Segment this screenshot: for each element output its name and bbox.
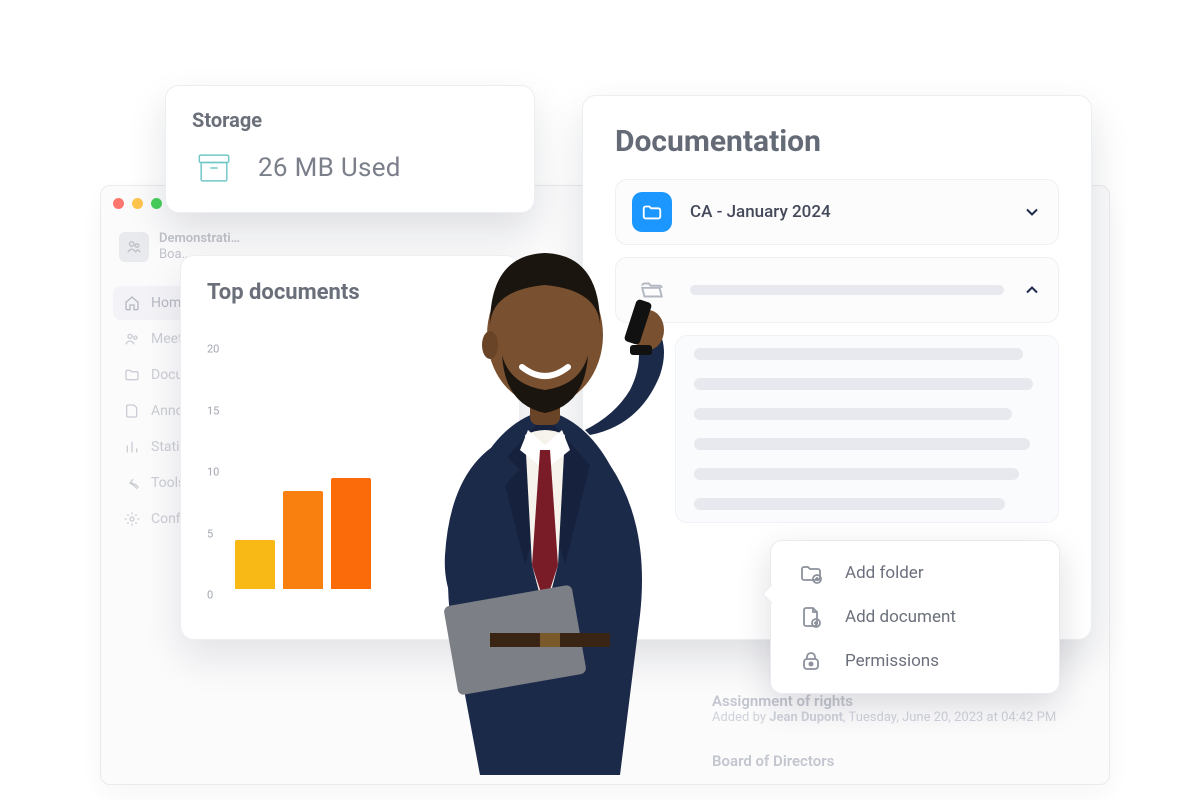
- placeholder-line: [694, 378, 1033, 390]
- card-title: Storage: [192, 108, 508, 132]
- placeholder-line: [694, 468, 1019, 480]
- gear-icon: [123, 510, 141, 528]
- note-icon: [123, 402, 141, 420]
- bar-chart: 05101520: [227, 323, 493, 603]
- wrench-icon: [123, 474, 141, 492]
- bg-list-item-subtitle: Added by Jean Dupont, Tuesday, June 20, …: [712, 710, 1082, 725]
- folder-row-primary[interactable]: CA - January 2024: [615, 179, 1059, 245]
- chart-bar: [235, 540, 275, 589]
- chart-bar: [331, 478, 371, 589]
- menu-item-add-folder[interactable]: Add folder: [777, 551, 1053, 595]
- chart-ytick: 10: [207, 466, 219, 479]
- chart-bars: [235, 343, 371, 589]
- chart-ytick: 5: [207, 527, 213, 540]
- storage-used-value: 26 MB Used: [258, 153, 401, 183]
- close-icon[interactable]: [113, 198, 124, 209]
- placeholder-line: [694, 408, 1012, 420]
- chart-ytick: 15: [207, 404, 219, 417]
- bg-list-item-title: Assignment of rights: [712, 692, 1082, 710]
- chart-ytick: 20: [207, 343, 219, 356]
- placeholder-line: [694, 348, 1023, 360]
- folder-open-icon: [632, 270, 672, 310]
- brand-title: Demonstrati…: [159, 231, 240, 247]
- bg-list-item: Assignment of rights Added by Jean Dupon…: [712, 692, 1082, 725]
- folder-icon: [123, 366, 141, 384]
- minimize-icon[interactable]: [132, 198, 143, 209]
- folder-name: CA - January 2024: [690, 202, 1004, 222]
- chart-bar: [283, 491, 323, 589]
- window-controls: [113, 198, 162, 209]
- menu-item-label: Add document: [845, 607, 956, 627]
- bars-icon: [123, 438, 141, 456]
- folder-contents-placeholder: [675, 335, 1059, 523]
- chevron-up-icon[interactable]: [1022, 280, 1042, 300]
- brand-logo-icon: [119, 232, 149, 262]
- lock-icon: [799, 649, 823, 673]
- placeholder-line: [690, 285, 1004, 295]
- home-icon: [123, 294, 141, 312]
- card-title: Top documents: [207, 280, 493, 305]
- menu-item-label: Add folder: [845, 563, 924, 583]
- menu-item-permissions[interactable]: Permissions: [777, 639, 1053, 683]
- chevron-down-icon[interactable]: [1022, 202, 1042, 222]
- placeholder-line: [694, 438, 1030, 450]
- bg-list-item: Board of Directors: [712, 752, 1082, 770]
- folder-add-icon: [799, 561, 823, 585]
- panel-title: Documentation: [615, 124, 1059, 159]
- menu-item-add-document[interactable]: Add document: [777, 595, 1053, 639]
- top-documents-card: Top documents 05101520: [180, 255, 520, 640]
- context-menu: Add folder Add document Permissions: [770, 540, 1060, 694]
- menu-item-label: Permissions: [845, 651, 939, 671]
- folder-row-expanded[interactable]: [615, 257, 1059, 323]
- storage-card: Storage 26 MB Used: [165, 85, 535, 213]
- bg-list-item-title: Board of Directors: [712, 752, 1082, 770]
- users-icon: [123, 330, 141, 348]
- chart-ytick: 0: [207, 589, 213, 602]
- archive-box-icon: [192, 146, 236, 190]
- placeholder-line: [694, 498, 1005, 510]
- maximize-icon[interactable]: [151, 198, 162, 209]
- document-add-icon: [799, 605, 823, 629]
- folder-icon: [632, 192, 672, 232]
